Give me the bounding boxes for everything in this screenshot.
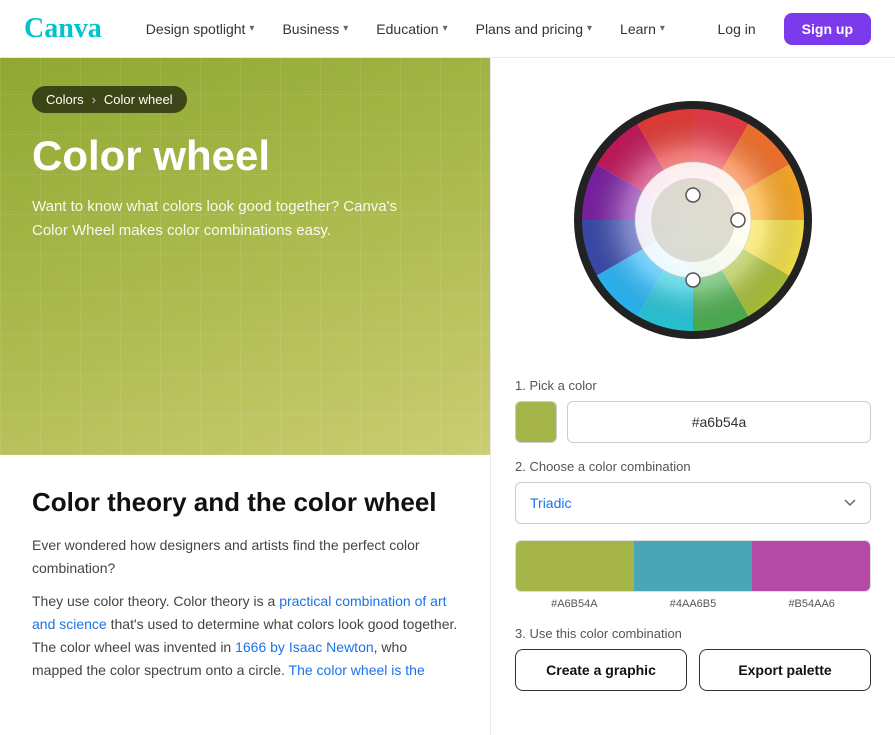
color-wheel-visual <box>515 82 871 362</box>
link-color-wheel[interactable]: The color wheel is the <box>289 662 425 678</box>
combination-label: 2. Choose a color combination <box>515 459 871 474</box>
link-1666[interactable]: 1666 by Isaac Newton <box>235 639 374 655</box>
color-input-row <box>515 401 871 443</box>
article-section: Color theory and the color wheel Ever wo… <box>0 455 490 735</box>
color-wheel-svg[interactable] <box>563 90 823 350</box>
login-button[interactable]: Log in <box>702 13 772 45</box>
page-description: Want to know what colors look good toget… <box>32 195 412 243</box>
nav-business[interactable]: Business ▾ <box>270 13 360 45</box>
right-panel: 1. Pick a color 2. Choose a color combin… <box>490 58 895 735</box>
palette-segment-3 <box>752 541 870 591</box>
combination-select[interactable]: Complementary Triadic Tetradic Analogous… <box>515 482 871 524</box>
hex-input[interactable] <box>567 401 871 443</box>
palette-labels: #A6B54A #4AA6B5 #B54AA6 <box>515 598 871 610</box>
chevron-down-icon: ▾ <box>443 23 448 34</box>
nav-actions: Log in Sign up <box>702 13 871 45</box>
chevron-down-icon: ▾ <box>660 23 665 34</box>
palette-display: #A6B54A #4AA6B5 #B54AA6 <box>515 540 871 610</box>
palette-label-2: #4AA6B5 <box>634 598 753 610</box>
pick-color-label: 1. Pick a color <box>515 378 871 393</box>
palette-label-1: #A6B54A <box>515 598 634 610</box>
chevron-down-icon: ▾ <box>249 23 254 34</box>
color-wheel-handle-1[interactable] <box>731 213 745 227</box>
main-layout: Colors › Color wheel Color wheel Want to… <box>0 58 895 735</box>
canva-logo[interactable]: Canva <box>24 13 102 45</box>
choose-combination-section: 2. Choose a color combination Complement… <box>515 459 871 524</box>
breadcrumb-colors[interactable]: Colors <box>46 92 84 107</box>
palette-segment-2 <box>634 541 752 591</box>
breadcrumb-separator: › <box>92 92 96 107</box>
action-buttons: Create a graphic Export palette <box>515 649 871 691</box>
article-para1: Ever wondered how designers and artists … <box>32 534 458 580</box>
chevron-down-icon: ▾ <box>587 23 592 34</box>
nav-learn[interactable]: Learn ▾ <box>608 13 677 45</box>
article-body: Ever wondered how designers and artists … <box>32 534 458 683</box>
nav-plans[interactable]: Plans and pricing ▾ <box>464 13 604 45</box>
nav-design-spotlight[interactable]: Design spotlight ▾ <box>134 13 267 45</box>
nav-links: Design spotlight ▾ Business ▾ Education … <box>134 13 702 45</box>
use-label: 3. Use this color combination <box>515 626 871 641</box>
article-title: Color theory and the color wheel <box>32 487 458 518</box>
pick-color-section: 1. Pick a color <box>515 378 871 443</box>
palette-segment-1 <box>516 541 634 591</box>
use-combination-section: 3. Use this color combination Create a g… <box>515 626 871 691</box>
nav-education[interactable]: Education ▾ <box>364 13 459 45</box>
color-wheel-handle-3[interactable] <box>686 188 700 202</box>
create-graphic-button[interactable]: Create a graphic <box>515 649 687 691</box>
chevron-down-icon: ▾ <box>343 23 348 34</box>
color-wheel-handle-2[interactable] <box>686 273 700 287</box>
left-content: Colors › Color wheel Color wheel Want to… <box>0 58 490 271</box>
breadcrumb-current: Color wheel <box>104 92 173 107</box>
palette-bar <box>515 540 871 592</box>
export-palette-button[interactable]: Export palette <box>699 649 871 691</box>
signup-button[interactable]: Sign up <box>784 13 871 45</box>
breadcrumb: Colors › Color wheel <box>32 86 187 113</box>
navigation: Canva Design spotlight ▾ Business ▾ Educ… <box>0 0 895 58</box>
page-title: Color wheel <box>32 133 458 179</box>
palette-label-3: #B54AA6 <box>752 598 871 610</box>
color-swatch[interactable] <box>515 401 557 443</box>
left-panel: Colors › Color wheel Color wheel Want to… <box>0 58 490 735</box>
article-para2: They use color theory. Color theory is a… <box>32 590 458 682</box>
